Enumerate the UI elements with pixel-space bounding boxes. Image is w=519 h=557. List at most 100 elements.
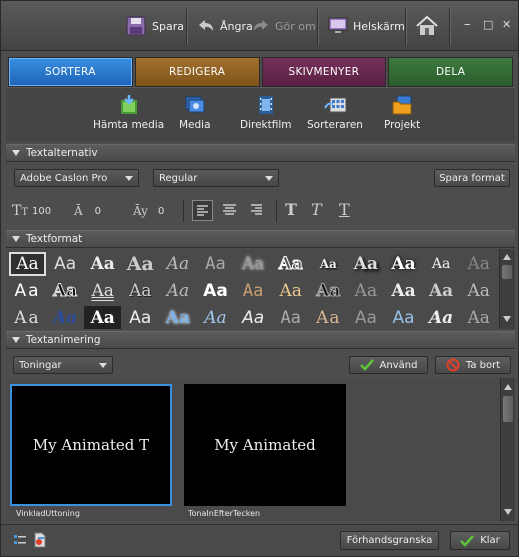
animation-scrollbar[interactable] <box>500 378 515 521</box>
text-format-header[interactable]: Textformat <box>6 230 515 248</box>
text-style-swatch[interactable]: Aa <box>310 252 347 276</box>
maximize-button[interactable]: □ <box>483 17 493 33</box>
text-style-swatch[interactable]: Aa <box>47 306 84 329</box>
text-style-swatch[interactable]: Aa <box>84 279 121 303</box>
style-grid-scrollbar[interactable] <box>499 249 515 329</box>
text-style-swatch[interactable]: Aa <box>310 306 347 329</box>
save-button[interactable]: Spara <box>125 1 184 51</box>
text-style-swatch[interactable]: Aa <box>347 279 384 303</box>
text-style-swatch[interactable]: Aa <box>385 279 422 303</box>
chevron-down-icon <box>265 176 273 181</box>
scroll-thumb[interactable] <box>502 265 512 279</box>
text-style-swatch[interactable]: Aa <box>460 252 497 276</box>
text-style-swatch[interactable]: Aa <box>385 252 422 276</box>
subtab-direktfilm[interactable]: Direktfilm <box>240 94 292 131</box>
fullscreen-button[interactable]: Helskärm <box>328 1 405 51</box>
kerning-value[interactable]: 0 <box>158 206 164 217</box>
main-tabs: SORTERA REDIGERA SKIVMENYER DELA <box>8 57 513 87</box>
text-style-swatch[interactable]: Aa <box>235 306 272 329</box>
subtab-label: Projekt <box>384 119 421 131</box>
text-style-swatch[interactable]: Aa <box>122 306 159 329</box>
subtab-projekt[interactable]: Projekt <box>384 94 420 131</box>
style-select[interactable]: Regular <box>153 169 279 187</box>
bold-button[interactable]: T <box>285 200 297 219</box>
align-right-button[interactable] <box>247 200 268 221</box>
text-style-swatch[interactable]: Aa <box>9 306 46 329</box>
text-style-swatch[interactable]: Aa <box>159 252 196 276</box>
home-button[interactable] <box>415 1 439 51</box>
tab-redigera[interactable]: REDIGERA <box>134 57 260 87</box>
text-style-swatch[interactable]: Aa <box>197 279 234 303</box>
subtab-sorteraren[interactable]: Sorteraren <box>307 94 363 131</box>
text-style-swatch[interactable]: Aa <box>84 306 122 329</box>
new-document-icon[interactable] <box>33 532 47 551</box>
text-style-swatch[interactable]: Aa <box>9 252 46 276</box>
animation-filter-value: Toningar <box>19 359 62 371</box>
font-size-value[interactable]: 100 <box>32 206 51 217</box>
text-style-swatch[interactable]: Aa <box>159 306 196 329</box>
subtab-media[interactable]: Media <box>179 94 211 131</box>
text-style-swatch[interactable]: Aa <box>197 306 234 329</box>
animation-filter-select[interactable]: Toningar <box>13 356 113 374</box>
leading-control[interactable]: Ā 0 <box>74 201 101 221</box>
remove-button[interactable]: Ta bort <box>435 356 511 374</box>
font-select[interactable]: Adobe Caslon Pro <box>14 169 139 187</box>
chevron-down-icon <box>99 363 107 368</box>
text-options-header[interactable]: Textalternativ <box>6 144 515 162</box>
text-style-swatch[interactable]: Aa <box>272 252 309 276</box>
subtab-label: Direktfilm <box>240 119 292 131</box>
preview-button[interactable]: Förhandsgranska <box>340 531 439 550</box>
text-style-swatch[interactable]: Aa <box>460 279 497 303</box>
text-style-swatch[interactable]: Aa <box>47 279 84 303</box>
undo-button[interactable]: Ångra <box>197 1 253 51</box>
text-style-swatch[interactable]: Aa <box>122 252 159 276</box>
scroll-down-icon[interactable] <box>501 313 513 325</box>
text-style-swatch[interactable]: Aa <box>385 306 422 329</box>
text-style-swatch[interactable]: Aa <box>423 306 460 329</box>
text-style-swatch[interactable]: Aa <box>272 306 309 329</box>
animation-thumb-2[interactable]: My Animated <box>184 384 346 506</box>
text-style-swatch[interactable]: Aa <box>122 279 159 303</box>
text-style-swatch[interactable]: Aa <box>347 252 384 276</box>
text-style-swatch[interactable]: Aa <box>310 279 347 303</box>
underline-button[interactable]: T <box>339 200 350 219</box>
scroll-up-icon[interactable] <box>502 381 514 393</box>
text-style-grid: Aa Aa Aa Aa Aa Aa Aa Aa Aa Aa Aa Aa Aa Aa Aa Aa Aa Aa Aa Aa… <box>6 249 499 329</box>
italic-button[interactable]: T <box>311 200 322 219</box>
text-style-swatch[interactable]: Aa <box>159 279 196 303</box>
apply-label: Använd <box>379 359 418 371</box>
subtab-get-media[interactable]: Hämta media <box>93 94 164 131</box>
minimize-button[interactable]: – <box>464 17 471 33</box>
text-style-swatch[interactable]: Aa <box>423 252 460 276</box>
font-size-control[interactable]: TT 100 <box>12 201 51 221</box>
align-center-button[interactable] <box>220 200 241 221</box>
apply-button[interactable]: Använd <box>349 356 428 374</box>
align-left-button[interactable] <box>192 200 213 221</box>
text-style-swatch[interactable]: Aa <box>460 306 497 329</box>
tab-sortera[interactable]: SORTERA <box>8 57 133 87</box>
text-style-swatch[interactable]: Aa <box>347 306 384 329</box>
text-style-swatch[interactable]: Aa <box>197 252 234 276</box>
tab-dela[interactable]: DELA <box>388 57 513 87</box>
text-style-swatch[interactable]: Aa <box>272 279 309 303</box>
save-format-button[interactable]: Spara format <box>434 169 510 187</box>
scroll-thumb[interactable] <box>503 396 513 422</box>
redo-button[interactable]: Gör om <box>252 1 316 51</box>
text-style-swatch[interactable]: Aa <box>84 252 121 276</box>
close-button[interactable]: ✕ <box>502 17 511 33</box>
text-style-swatch[interactable]: Aa <box>423 279 460 303</box>
scroll-up-icon[interactable] <box>501 251 513 263</box>
text-style-swatch[interactable]: Aa <box>235 252 272 276</box>
done-button[interactable]: Klar <box>450 531 510 550</box>
text-style-swatch[interactable]: Aa <box>47 252 84 276</box>
scroll-down-icon[interactable] <box>502 506 514 518</box>
save-icon <box>125 15 147 37</box>
text-animation-header[interactable]: Textanimering <box>6 331 515 349</box>
text-style-swatch[interactable]: Aa <box>235 279 272 303</box>
tab-skivmenyer[interactable]: SKIVMENYER <box>261 57 387 87</box>
kerning-control[interactable]: Āy 0 <box>133 201 164 221</box>
leading-value[interactable]: 0 <box>95 206 101 217</box>
text-style-swatch[interactable]: Aa <box>9 279 46 303</box>
list-view-icon[interactable] <box>13 533 27 550</box>
animation-thumb-1[interactable]: My Animated T <box>10 384 172 506</box>
